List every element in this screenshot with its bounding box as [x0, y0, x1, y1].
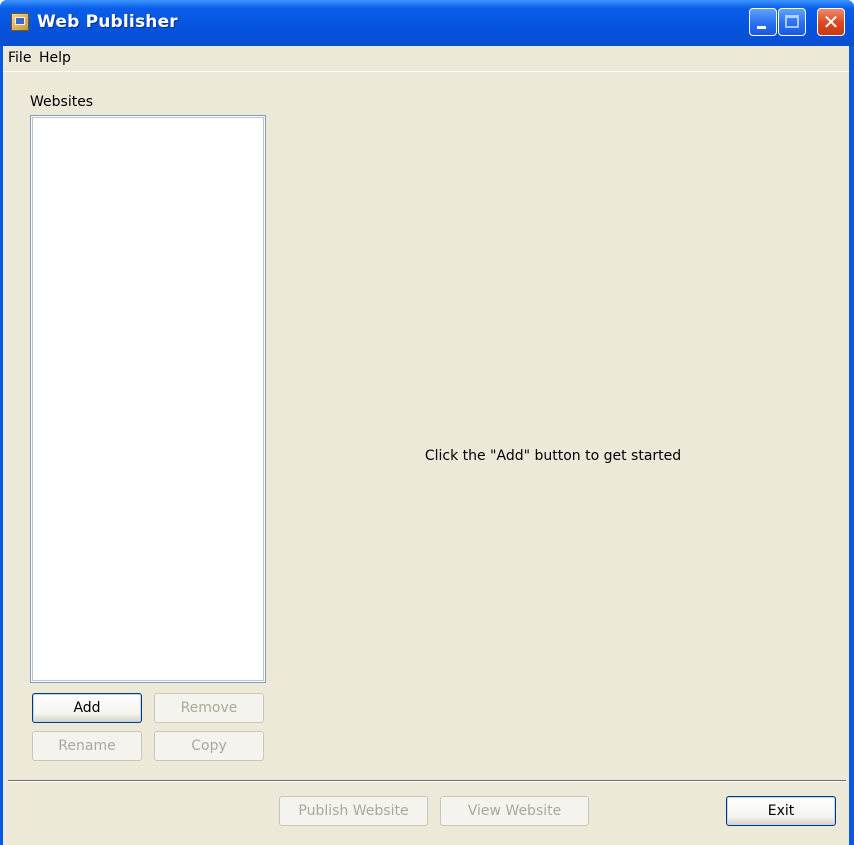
copy-button[interactable]: Copy: [154, 731, 264, 761]
menu-file[interactable]: File: [8, 50, 31, 66]
app-icon[interactable]: [11, 13, 29, 31]
maximize-button[interactable]: [778, 8, 806, 36]
menu-help[interactable]: Help: [39, 50, 71, 66]
title-bar[interactable]: Web Publisher ✕: [0, 0, 854, 46]
view-website-button[interactable]: View Website: [440, 796, 589, 826]
footer-separator: [8, 780, 846, 782]
add-button[interactable]: Add: [32, 693, 142, 723]
client-area: File Help Websites Add Remove Rename Cop…: [3, 46, 849, 845]
get-started-hint: Click the "Add" button to get started: [424, 448, 682, 464]
websites-listbox[interactable]: [30, 115, 266, 683]
websites-label: Websites: [30, 94, 94, 110]
close-icon: ✕: [822, 10, 840, 34]
remove-button[interactable]: Remove: [154, 693, 264, 723]
close-button[interactable]: ✕: [817, 8, 845, 36]
rename-button[interactable]: Rename: [32, 731, 142, 761]
window-title: Web Publisher: [37, 12, 178, 32]
exit-button[interactable]: Exit: [726, 796, 836, 826]
minimize-button[interactable]: [749, 8, 777, 36]
app-window: Web Publisher ✕ File Help Websites Add R…: [0, 0, 854, 845]
publish-website-button[interactable]: Publish Website: [279, 796, 428, 826]
menu-bar: File Help: [3, 46, 849, 72]
